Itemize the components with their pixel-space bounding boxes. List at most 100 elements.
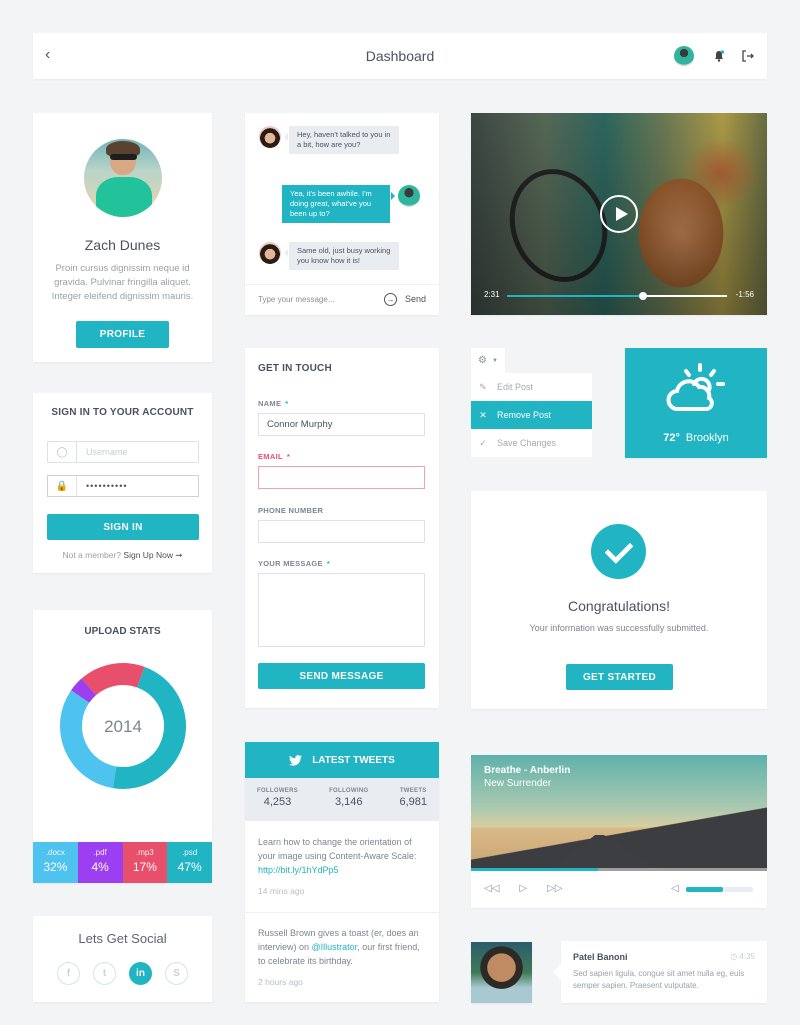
skype-icon[interactable]: S <box>165 962 188 985</box>
donut-center-label: 2014 <box>104 717 142 736</box>
send-button[interactable]: Send <box>405 294 426 304</box>
video-time-elapsed: 2:31 <box>484 290 500 299</box>
username-field[interactable]: ◯ Username <box>47 441 199 463</box>
social-title: Lets Get Social <box>78 931 167 946</box>
check-icon: ✓ <box>479 437 487 448</box>
divider <box>245 912 439 913</box>
menu-item-remove-post[interactable]: ✕ Remove Post <box>471 401 592 429</box>
dropdown-toggle[interactable]: ⚙ ▼ <box>471 348 505 373</box>
linkedin-icon[interactable]: in <box>129 962 152 985</box>
signin-button[interactable]: SIGN IN <box>47 514 199 540</box>
facebook-icon[interactable]: f <box>57 962 80 985</box>
tweets-card: LATEST TWEETS FOLLOWERS 4,253 FOLLOWING 3,… <box>245 742 439 1002</box>
success-card: Congratulations! Your information was su… <box>471 491 767 709</box>
logout-icon[interactable] <box>741 49 755 63</box>
tweets-title: LATEST TWEETS <box>312 754 395 766</box>
stat-psd: .psd 47% <box>167 842 212 883</box>
donut-slice-pdf <box>71 678 97 704</box>
chat-bubble: Hey, haven't talked to you in a bit, how… <box>284 126 399 154</box>
menu-item-edit-post[interactable]: ✎ Edit Post <box>471 373 592 401</box>
tweet-time: 2 hours ago <box>258 977 303 987</box>
comment-author: Patel Banoni <box>573 952 628 962</box>
twitter-bird-icon <box>289 754 303 766</box>
tweet-link[interactable]: http://bit.ly/1hYdPp5 <box>258 865 339 875</box>
chat-message: Yea, it's been awhile. I'm doing great, … <box>282 185 420 223</box>
pencil-icon: ✎ <box>479 381 487 392</box>
user-icon: ◯ <box>48 442 77 462</box>
send-message-button[interactable]: SEND MESSAGE <box>258 663 425 689</box>
comment-card: Patel Banoni ◷ 4:35 Sed sapien ligula, c… <box>553 941 767 1003</box>
bell-icon[interactable] <box>712 49 726 63</box>
get-started-button[interactable]: GET STARTED <box>566 664 673 690</box>
phone-input[interactable] <box>258 520 425 543</box>
fast-forward-icon[interactable]: ▷▷ <box>547 883 562 894</box>
playback-controls: ◁◁ ▷ ▷▷ <box>484 883 562 894</box>
menu-item-save-changes[interactable]: ✓ Save Changes <box>471 429 592 457</box>
donut-slice-docx <box>60 690 117 789</box>
video-progress-fill <box>507 295 644 297</box>
message-label: YOUR MESSAGE * <box>258 559 331 568</box>
album-name: New Surrender <box>484 778 552 789</box>
volume-slider[interactable] <box>686 887 753 892</box>
comment-time: ◷ 4:35 <box>730 952 755 961</box>
social-card: Lets Get Social f t in S <box>33 916 212 1002</box>
video-player[interactable]: 2:31 -1:56 <box>471 113 767 315</box>
user-avatar[interactable] <box>674 46 694 66</box>
email-label: EMAIL * <box>258 452 291 461</box>
contact-form-card: GET IN TOUCH NAME * Connor Murphy EMAIL * … <box>245 348 439 708</box>
password-field[interactable]: 🔒 •••••••••• <box>47 475 199 497</box>
lock-icon: 🔒 <box>48 476 77 496</box>
top-bar: ‹ Dashboard <box>33 33 767 79</box>
weather-card: 72° Brooklyn <box>625 348 767 458</box>
arrow-right-icon[interactable]: ➞ <box>175 550 182 560</box>
avatar <box>398 185 420 207</box>
message-input[interactable]: Type your message... <box>258 295 334 304</box>
upload-stats-title: UPLOAD STATS <box>84 626 161 637</box>
play-icon[interactable] <box>600 195 638 233</box>
email-input[interactable] <box>258 466 425 489</box>
password-input[interactable]: •••••••••• <box>77 476 198 496</box>
profile-button[interactable]: PROFILE <box>76 321 169 348</box>
chat-composer: Type your message... → Send <box>245 284 439 315</box>
tweet-item: Russell Brown gives a toast (er, does an… <box>258 926 428 989</box>
signup-link[interactable]: Sign Up Now <box>123 550 173 560</box>
send-arrow-icon[interactable]: → <box>384 293 397 306</box>
dropdown-menu: ✎ Edit Post ✕ Remove Post ✓ Save Changes <box>471 373 592 457</box>
name-label: NAME * <box>258 399 289 408</box>
post-actions-dropdown: ⚙ ▼ ✎ Edit Post ✕ Remove Post ✓ Save Changes <box>471 348 592 460</box>
music-player: Breathe - Anberlin New Surrender ◁◁ ▷ ▷▷… <box>471 755 767 908</box>
social-icons: f t in S <box>57 962 188 985</box>
contact-title: GET IN TOUCH <box>258 363 332 374</box>
video-seek-bar[interactable] <box>507 292 727 300</box>
username-input[interactable]: Username <box>77 442 198 462</box>
volume-fill <box>686 887 723 892</box>
profile-photo <box>84 139 162 217</box>
twitter-icon[interactable]: t <box>93 962 116 985</box>
tweets-header: LATEST TWEETS <box>245 742 439 778</box>
donut-slice-mp3 <box>81 663 145 696</box>
video-time-remaining: -1:56 <box>735 290 754 299</box>
followers-count: FOLLOWERS 4,253 <box>257 788 299 808</box>
rewind-icon[interactable]: ◁◁ <box>484 883 499 894</box>
close-icon: ✕ <box>479 409 487 420</box>
name-input[interactable]: Connor Murphy <box>258 413 425 436</box>
phone-label: PHONE NUMBER <box>258 506 324 515</box>
gear-icon: ⚙ <box>478 355 487 366</box>
temperature: 72° <box>663 432 680 444</box>
song-title: Breathe - Anberlin <box>484 765 571 776</box>
city: Brooklyn <box>685 432 729 444</box>
stat-mp3: .mp3 17% <box>122 842 168 883</box>
tweet-mention-link[interactable]: @Illustrator <box>312 942 358 952</box>
checkmark-icon <box>591 524 646 579</box>
upload-stats-legend: .docx 32% .pdf 4% .mp3 17% .psd 47% <box>33 842 212 883</box>
chat-message: Same old, just busy working you know how… <box>259 242 399 270</box>
message-textarea[interactable] <box>258 573 425 647</box>
stat-pdf: .pdf 4% <box>77 842 123 883</box>
signin-title: SIGN IN TO YOUR ACCOUNT <box>51 407 194 418</box>
commenter-avatar <box>471 942 532 1003</box>
comment-text: Sed sapien ligula, congue sit amet nulla… <box>573 969 745 990</box>
music-progress-bar[interactable] <box>471 868 767 871</box>
volume-icon[interactable]: ◁ <box>671 883 679 894</box>
play-icon[interactable]: ▷ <box>519 883 527 894</box>
profile-card: Zach Dunes Proin cursus dignissim neque … <box>33 113 212 362</box>
